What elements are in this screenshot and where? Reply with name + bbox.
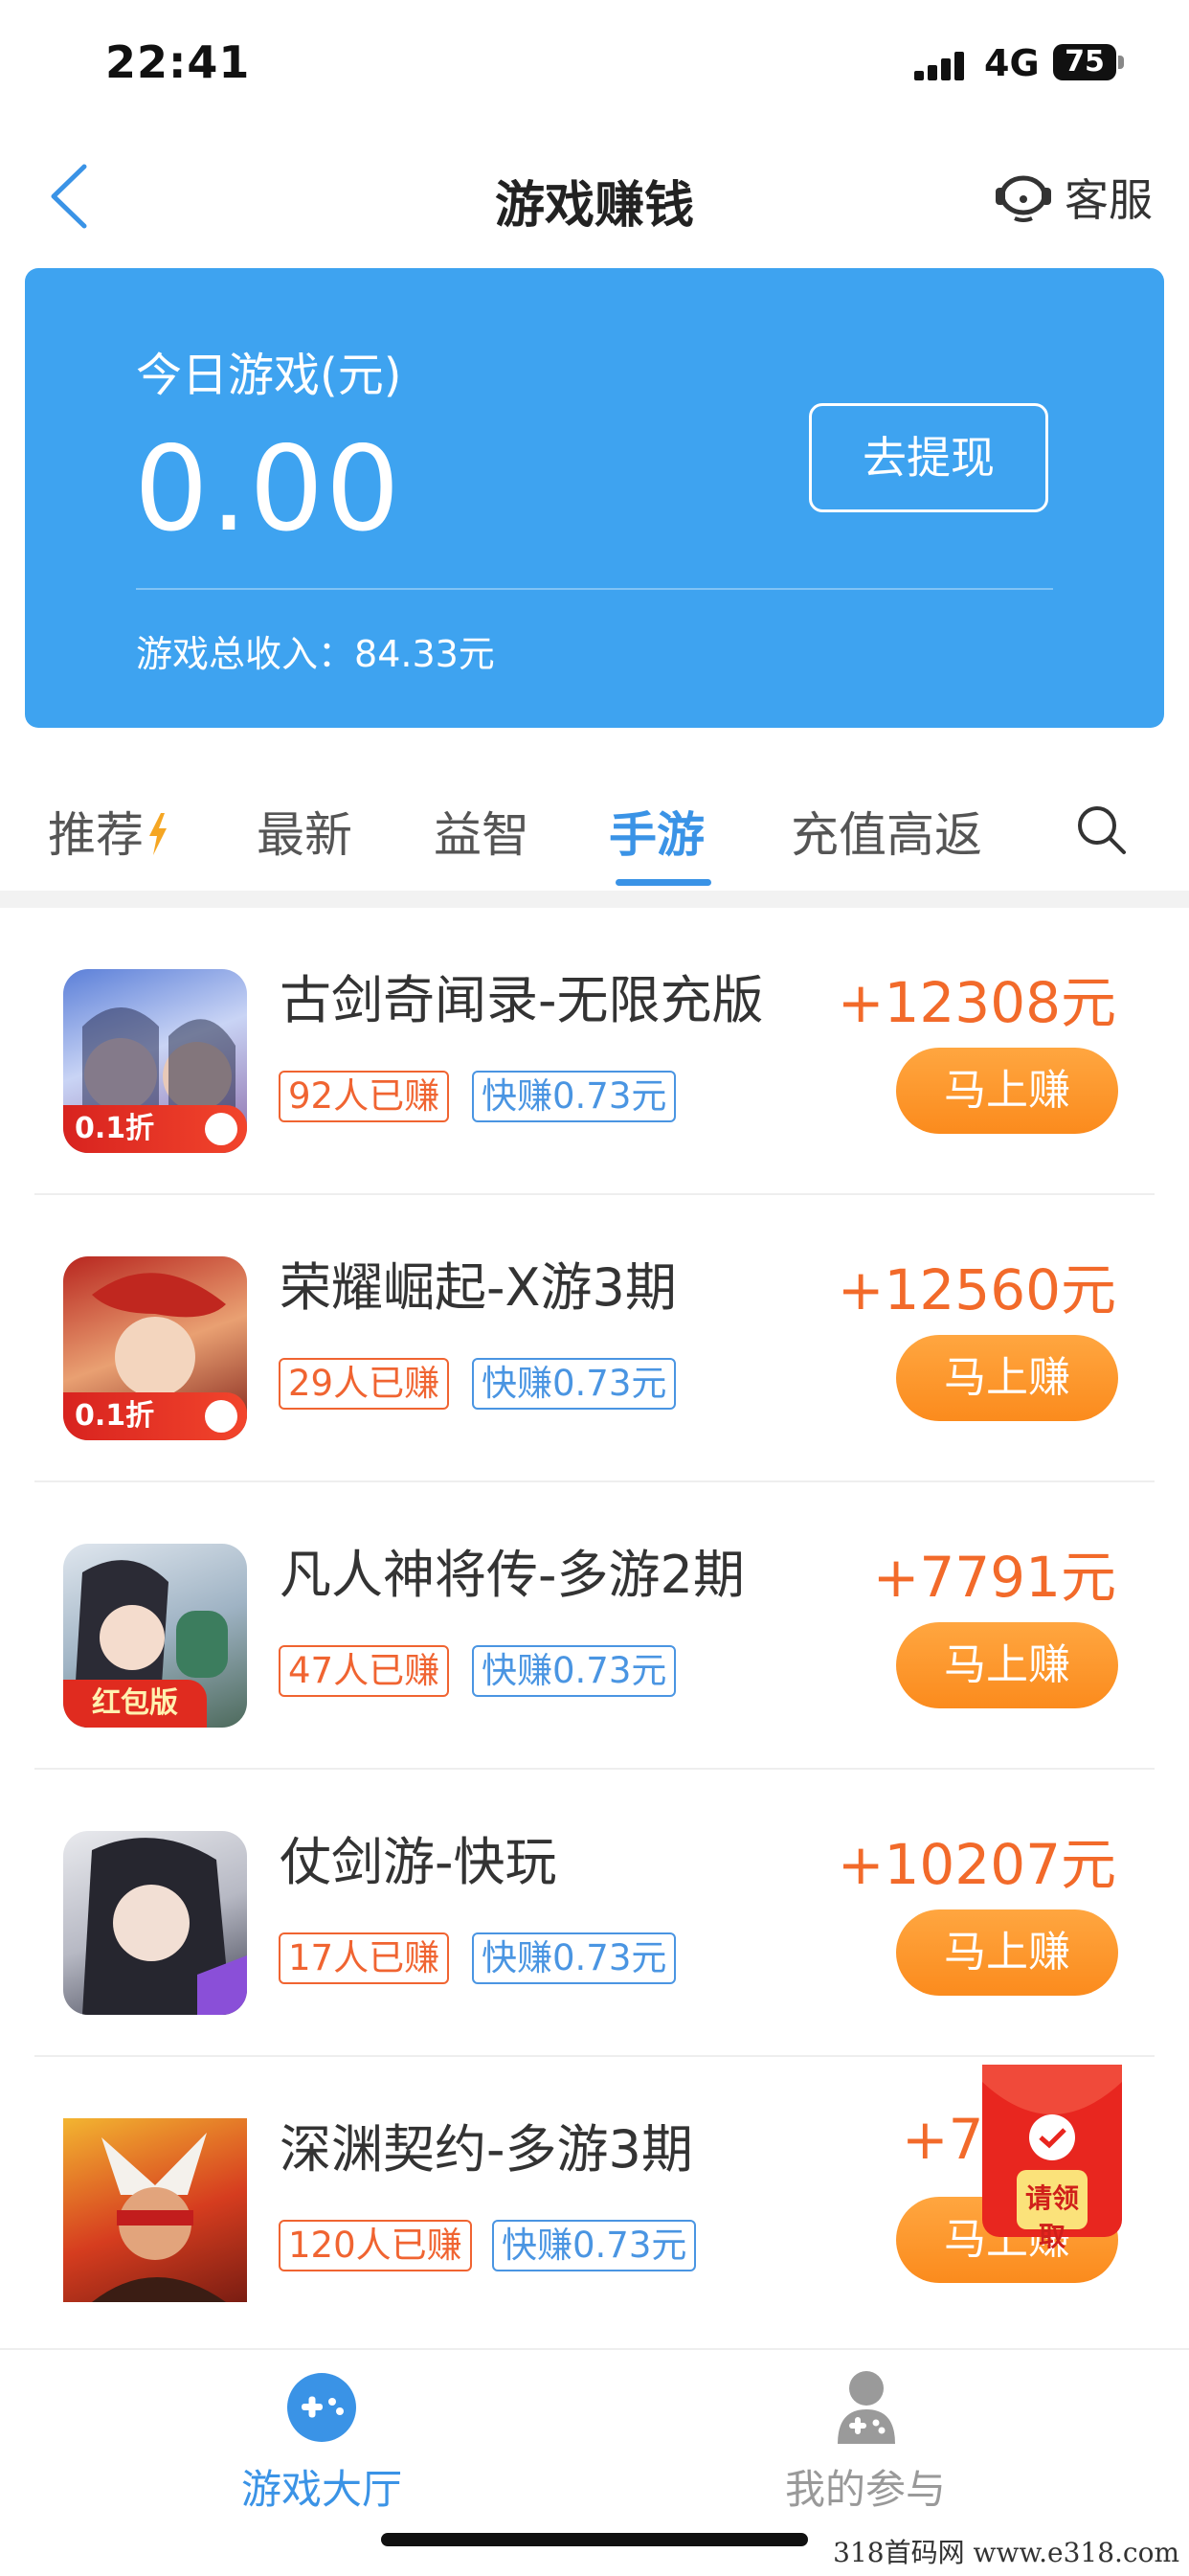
user-gamepad-icon: [838, 2371, 895, 2444]
tab-latest[interactable]: 最新: [257, 797, 352, 866]
game-art: [92, 2133, 226, 2302]
earned-count-tag: 92人已赚: [279, 1071, 450, 1122]
earned-count-tag: 120人已赚: [279, 2220, 472, 2271]
total-income: 游戏总收入： 84.33元: [136, 624, 495, 677]
close-icon: [205, 1113, 237, 1145]
game-row[interactable]: 0.1折 荣耀崛起-X游3期 29人已赚 快赚0.73元 +12560元 马上赚: [0, 1195, 1189, 1482]
discount-badge-label: 0.1折: [75, 1399, 155, 1433]
quick-earn-tag: 快赚0.73元: [472, 1645, 677, 1697]
category-tabs: 推荐 最新 益智 手游 充值高返: [0, 797, 1189, 902]
game-name: 荣耀崛起-X游3期: [280, 1257, 677, 1318]
tab-label: 推荐: [48, 807, 144, 863]
game-name: 深渊契约-多游3期: [280, 2119, 693, 2180]
red-packet-label: 请领取: [1024, 2182, 1079, 2252]
earn-now-button[interactable]: 马上赚: [896, 1622, 1118, 1708]
withdraw-button[interactable]: 去提现: [809, 403, 1048, 512]
signal-icon: [914, 50, 966, 80]
total-income-label: 游戏总收入：: [136, 633, 355, 675]
today-earnings-amount: 0.00: [134, 421, 402, 557]
network-type: 4G: [984, 42, 1040, 84]
close-icon: [205, 1400, 237, 1433]
gamepad-icon: [287, 2373, 356, 2442]
battery-icon: 75: [1053, 44, 1116, 80]
tab-recommend[interactable]: 推荐: [48, 797, 168, 866]
lightning-icon: [149, 813, 167, 855]
tab-puzzle[interactable]: 益智: [434, 797, 529, 866]
game-name: 凡人神将传-多游2期: [280, 1545, 745, 1605]
game-icon: 红包版: [63, 1544, 247, 1728]
tab-mobile-games[interactable]: 手游: [609, 797, 705, 866]
discount-badge: 0.1折: [63, 1105, 247, 1153]
customer-service-label: 客服: [1065, 174, 1153, 226]
game-name: 仗剑游-快玩: [280, 1832, 557, 1892]
game-row[interactable]: 仗剑游-快玩 17人已赚 快赚0.73元 +10207元 马上赚: [0, 1770, 1189, 2057]
earned-count-tag: 29人已赚: [279, 1358, 450, 1410]
battery-tip: [1118, 56, 1124, 69]
nav-game-hall-label: 游戏大厅: [240, 2466, 402, 2513]
earned-count-tag: 47人已赚: [279, 1645, 450, 1697]
reward-amount: +10207元: [837, 1832, 1116, 1897]
customer-service-button[interactable]: 客服: [994, 167, 1153, 228]
watermark: 318首码网 www.e318.com: [833, 2537, 1179, 2568]
discount-badge: 0.1折: [63, 1392, 247, 1440]
reward-amount: +12308元: [837, 970, 1116, 1035]
total-income-value: 84.33元: [354, 633, 495, 675]
search-button[interactable]: [1074, 802, 1130, 858]
earn-now-button[interactable]: 马上赚: [896, 1335, 1118, 1421]
earn-now-button[interactable]: 马上赚: [896, 1048, 1118, 1134]
earned-count-tag: 17人已赚: [279, 1932, 450, 1984]
today-earnings-label: 今日游戏(元): [136, 349, 402, 402]
nav-my-participation-label: 我的参与: [784, 2466, 946, 2513]
game-icon: [63, 2118, 247, 2302]
game-art: [82, 1838, 247, 2015]
headset-icon: [996, 175, 1051, 222]
active-tab-indicator: [616, 879, 711, 886]
search-icon: [1078, 806, 1126, 854]
game-icon: [63, 1831, 247, 2015]
game-icon: 0.1折: [63, 1256, 247, 1440]
quick-earn-tag: 快赚0.73元: [472, 1932, 677, 1984]
discount-badge-label: 0.1折: [75, 1112, 155, 1145]
quick-earn-tag: 快赚0.73元: [472, 1071, 677, 1122]
quick-earn-tag: 快赚0.73元: [472, 1358, 677, 1410]
game-row[interactable]: 0.1折 古剑奇闻录-无限充版 92人已赚 快赚0.73元 +12308元 马上…: [0, 908, 1189, 1195]
reward-amount: +7791元: [872, 1545, 1116, 1610]
game-name: 古剑奇闻录-无限充版: [280, 970, 764, 1030]
section-divider: [0, 891, 1189, 908]
card-divider: [136, 588, 1053, 590]
home-indicator: [381, 2533, 808, 2546]
game-row[interactable]: 红包版 凡人神将传-多游2期 47人已赚 快赚0.73元 +7791元 马上赚: [0, 1482, 1189, 1770]
red-packet-version-badge: 红包版: [63, 1680, 207, 1728]
tab-recharge-rebate[interactable]: 充值高返: [791, 797, 982, 866]
red-packet-button[interactable]: 请领取: [976, 2061, 1128, 2252]
earn-now-button[interactable]: 马上赚: [896, 1909, 1118, 1996]
reward-amount: +12560元: [837, 1257, 1116, 1322]
status-time: 22:41: [105, 36, 251, 88]
game-icon: 0.1折: [63, 969, 247, 1153]
quick-earn-tag: 快赚0.73元: [492, 2220, 697, 2271]
